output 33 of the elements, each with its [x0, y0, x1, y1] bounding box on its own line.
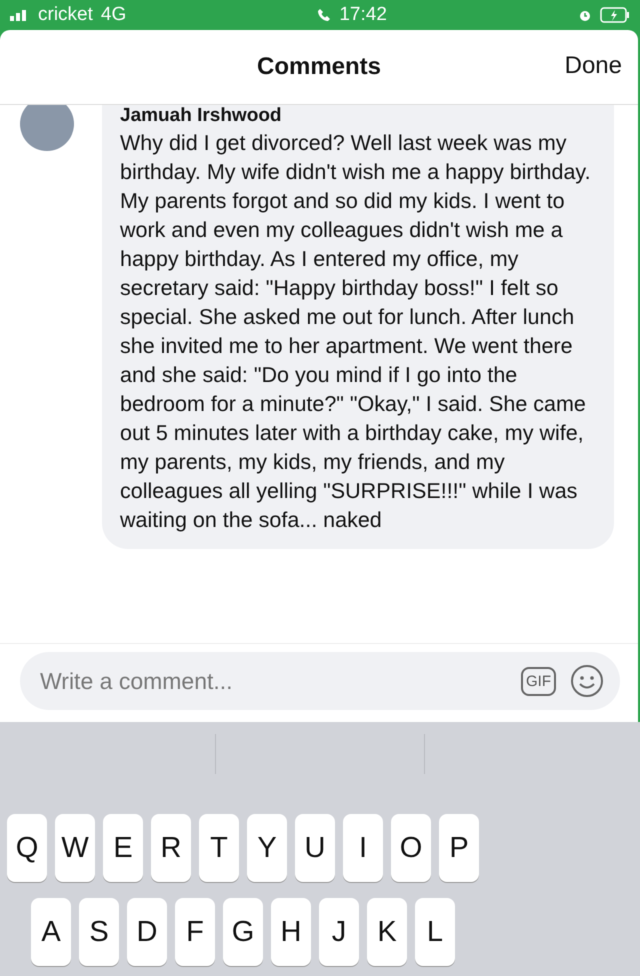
- clock-time: 17:42: [339, 4, 387, 26]
- page-title: Comments: [256, 53, 382, 81]
- keyboard-key[interactable]: G: [223, 898, 263, 966]
- alarm-icon: [578, 8, 592, 22]
- phone-icon: [317, 8, 332, 22]
- battery-icon: [600, 7, 630, 23]
- keyboard-key[interactable]: O: [391, 814, 431, 882]
- keyboard-key[interactable]: U: [295, 814, 335, 882]
- keyboard-key[interactable]: H: [271, 898, 311, 966]
- keyboard-key[interactable]: Y: [247, 814, 287, 882]
- keyboard-key[interactable]: S: [79, 898, 119, 966]
- comment-input-field[interactable]: Write a comment... GIF: [20, 652, 620, 710]
- comment-author[interactable]: Jamuah Irshwood: [120, 105, 596, 127]
- keyboard-key[interactable]: D: [127, 898, 167, 966]
- done-button[interactable]: Done: [564, 52, 622, 80]
- keyboard-key[interactable]: F: [175, 898, 215, 966]
- carrier-name: cricket: [38, 4, 93, 26]
- network-type: 4G: [100, 4, 126, 26]
- keyboard-key[interactable]: A: [31, 898, 71, 966]
- keyboard-key[interactable]: J: [319, 898, 359, 966]
- keyboard-key[interactable]: Q: [7, 814, 47, 882]
- gif-button[interactable]: GIF: [521, 666, 556, 696]
- keyboard-key[interactable]: W: [55, 814, 95, 882]
- keyboard-key[interactable]: P: [439, 814, 479, 882]
- keyboard-key[interactable]: R: [151, 814, 191, 882]
- keyboard-key[interactable]: K: [367, 898, 407, 966]
- avatar-placeholder: [20, 105, 74, 151]
- keyboard-key[interactable]: E: [103, 814, 143, 882]
- keyboard-key[interactable]: L: [415, 898, 455, 966]
- emoji-icon[interactable]: [570, 664, 604, 698]
- comment-text: Why did I get divorced? Well last week was my birthday. My wife didn't wish me a happy birthday. My parents forgot and so did my kids. I went to work and even my colleagues didn't wish me a happy birthday. As I entered my office, my secretary said: "Happy birthday boss!" I felt so special. She asked me out for lunch. After lunch she invited me to her apartment. We went there and she said: "Do you mind if I go into the bedroom for a minute?" "Okay," I said. She came out 5 minutes later with a birthday cake, my wife, my parents, my kids, my friends, and my colleagues all yelling "SURPRISE!!!" while I was waiting on the sofa... naked: [120, 130, 592, 534]
- keyboard-key[interactable]: T: [199, 814, 239, 882]
- keyboard-key[interactable]: I: [343, 814, 383, 882]
